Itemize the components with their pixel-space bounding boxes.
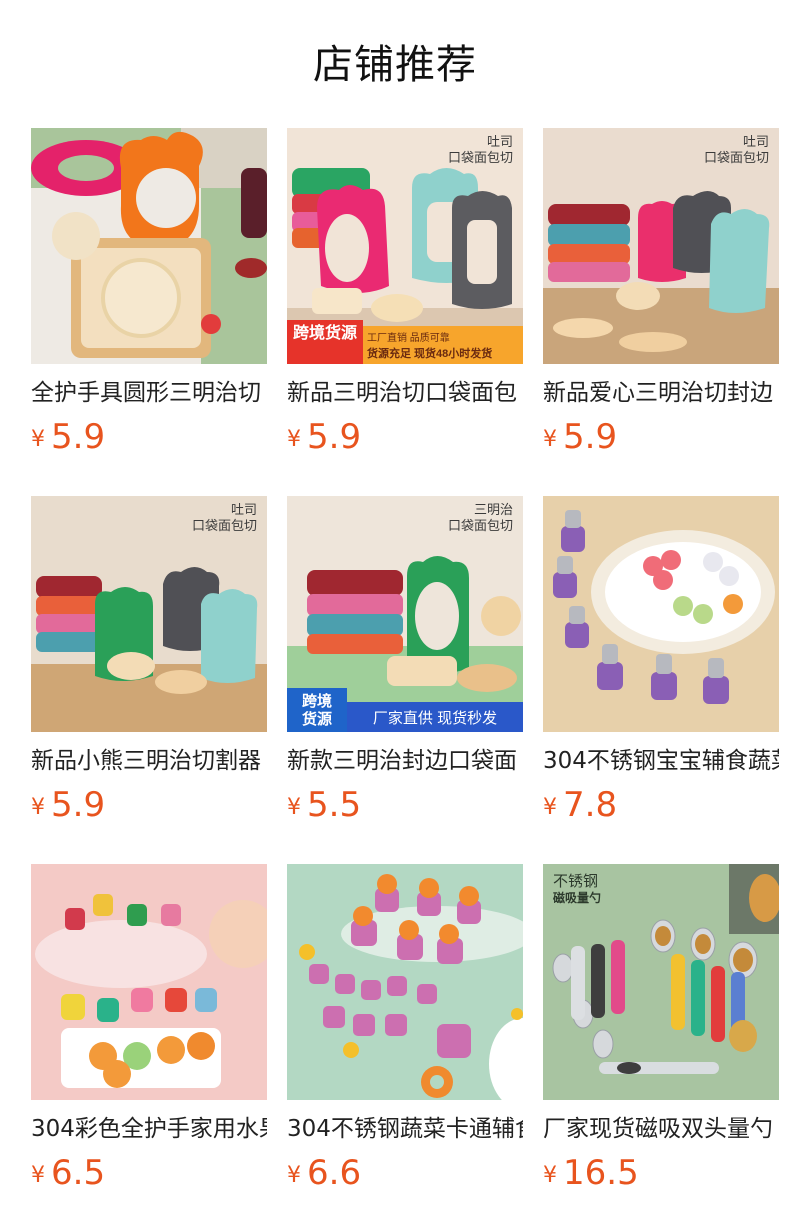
product-price: ¥5.9 — [31, 417, 267, 457]
currency-symbol: ¥ — [31, 1163, 45, 1188]
product-image[interactable] — [543, 496, 779, 732]
product-name[interactable]: 新品爱心三明治切封边 — [543, 377, 779, 409]
svg-text:口袋面包切: 口袋面包切 — [192, 518, 257, 533]
product-photo-colorful-cutters — [31, 864, 267, 1100]
product-photo-bear-cutters: 吐司 口袋面包切 — [31, 496, 267, 732]
currency-symbol: ¥ — [543, 795, 557, 820]
currency-symbol: ¥ — [543, 1163, 557, 1188]
currency-symbol: ¥ — [543, 427, 557, 452]
price-value: 5.9 — [307, 417, 362, 457]
product-price: ¥5.9 — [287, 417, 523, 457]
product-image[interactable]: 吐司 口袋面包切 跨境货源 工厂直销 品质可靠 货源充足 现货48小时发货 — [287, 128, 523, 364]
svg-text:三明治: 三明治 — [474, 502, 513, 517]
banner-right: 厂家直供 现货秒发 — [373, 710, 497, 727]
currency-symbol: ¥ — [287, 1163, 301, 1188]
product-name[interactable]: 新款三明治封边口袋面 — [287, 745, 523, 777]
product-card[interactable]: 304不锈钢蔬菜卡通辅食 ¥6.6 — [287, 864, 523, 1195]
svg-text:口袋面包切: 口袋面包切 — [704, 150, 769, 165]
currency-symbol: ¥ — [31, 795, 45, 820]
shop-recommend-page: 店铺推荐 全护手具圆形三明治切 ¥ 5.9 吐司 口袋面包切 跨境货源 工厂直销… — [0, 0, 790, 1232]
product-card[interactable]: 不锈钢 磁吸量勺 厂家现货磁吸双头量勺 ¥ 16.5 — [543, 864, 779, 1195]
product-name[interactable]: 厂家现货磁吸双头量勺 — [543, 1113, 779, 1145]
currency-symbol: ¥ — [31, 427, 45, 452]
svg-text:口袋面包切: 口袋面包切 — [448, 518, 513, 533]
price-value: 5.5 — [307, 785, 362, 825]
product-price: ¥5.9 — [543, 417, 779, 457]
product-card[interactable]: 全护手具圆形三明治切 ¥5.9 — [31, 128, 267, 459]
product-price: ¥16.5 — [543, 1153, 779, 1193]
svg-text:货源充足 现货48小时发货: 货源充足 现货48小时发货 — [366, 346, 492, 360]
product-name[interactable]: 全护手具圆形三明治切 — [31, 377, 267, 409]
product-card[interactable]: 吐司 口袋面包切 新品爱心三明治切封边 ¥5.9 — [543, 128, 779, 459]
product-photo-vegetable-cutters — [543, 496, 779, 732]
product-photo-sandwich-sealer: 三明治 口袋面包切 跨境 货源 厂家直供 现货秒发 — [287, 496, 523, 732]
product-image[interactable]: 不锈钢 磁吸量勺 — [543, 864, 779, 1100]
product-card[interactable]: 三明治 口袋面包切 跨境 货源 厂家直供 现货秒发 新款三明治封边口袋面 ¥ 5… — [287, 496, 523, 827]
product-card[interactable]: 304不锈钢宝宝辅食蔬菜 ¥7.8 — [543, 496, 779, 827]
svg-text:不锈钢: 不锈钢 — [553, 873, 598, 890]
price-value: 5.9 — [51, 417, 106, 457]
product-image[interactable]: 吐司 口袋面包切 — [31, 496, 267, 732]
price-value: 16.5 — [563, 1153, 639, 1193]
product-photo-cartoon-cutters — [287, 864, 523, 1100]
product-price: ¥5.5 — [287, 785, 523, 825]
product-photo-heart-cutters: 吐司 口袋面包切 — [543, 128, 779, 364]
product-image[interactable] — [31, 128, 267, 364]
product-name[interactable]: 304不锈钢蔬菜卡通辅食 — [287, 1113, 523, 1145]
product-card[interactable]: 吐司 口袋面包切 跨境货源 工厂直销 品质可靠 货源充足 现货48小时发货 新品… — [287, 128, 523, 459]
product-price: ¥5.9 — [31, 785, 267, 825]
product-grid: 全护手具圆形三明治切 ¥5.9 吐司 口袋面包切 跨境货源 工厂直销 品质可靠 … — [31, 128, 779, 1195]
svg-text:跨境: 跨境 — [302, 692, 332, 710]
price-value: 5.9 — [51, 785, 106, 825]
currency-symbol: ¥ — [287, 795, 301, 820]
product-photo-measuring-spoons: 不锈钢 磁吸量勺 — [543, 864, 779, 1100]
svg-text:吐司: 吐司 — [231, 502, 257, 517]
price-value: 6.5 — [51, 1153, 106, 1193]
product-name[interactable]: 304彩色全护手家用水果 — [31, 1113, 267, 1145]
svg-text:口袋面包切: 口袋面包切 — [448, 150, 513, 165]
price-value: 7.8 — [563, 785, 618, 825]
product-name[interactable]: 新品小熊三明治切割器 — [31, 745, 267, 777]
price-value: 6.6 — [307, 1153, 362, 1193]
product-image[interactable] — [31, 864, 267, 1100]
product-image[interactable] — [287, 864, 523, 1100]
product-price: ¥6.5 — [31, 1153, 267, 1193]
product-price: ¥6.6 — [287, 1153, 523, 1193]
product-photo-pocket-bread-cutters: 吐司 口袋面包切 跨境货源 工厂直销 品质可靠 货源充足 现货48小时发货 — [287, 128, 523, 364]
product-card[interactable]: 吐司 口袋面包切 新品小熊三明治切割器 ¥5.9 — [31, 496, 267, 827]
product-price: ¥7.8 — [543, 785, 779, 825]
product-name[interactable]: 新品三明治切口袋面包 — [287, 377, 523, 409]
svg-text:吐司: 吐司 — [743, 134, 769, 149]
product-image[interactable]: 三明治 口袋面包切 跨境 货源 厂家直供 现货秒发 — [287, 496, 523, 732]
banner-left: 跨境货源 — [293, 323, 357, 342]
page-title: 店铺推荐 — [313, 42, 477, 88]
price-value: 5.9 — [563, 417, 618, 457]
product-image[interactable]: 吐司 口袋面包切 — [543, 128, 779, 364]
currency-symbol: ¥ — [287, 427, 301, 452]
product-card[interactable]: 304彩色全护手家用水果 ¥6.5 — [31, 864, 267, 1195]
product-photo-round-cutter — [31, 128, 267, 364]
svg-text:磁吸量勺: 磁吸量勺 — [552, 890, 601, 905]
product-name[interactable]: 304不锈钢宝宝辅食蔬菜 — [543, 745, 779, 777]
svg-text:货源: 货源 — [302, 710, 332, 728]
svg-text:工厂直销 品质可靠: 工厂直销 品质可靠 — [367, 331, 450, 344]
svg-text:吐司: 吐司 — [487, 134, 513, 149]
